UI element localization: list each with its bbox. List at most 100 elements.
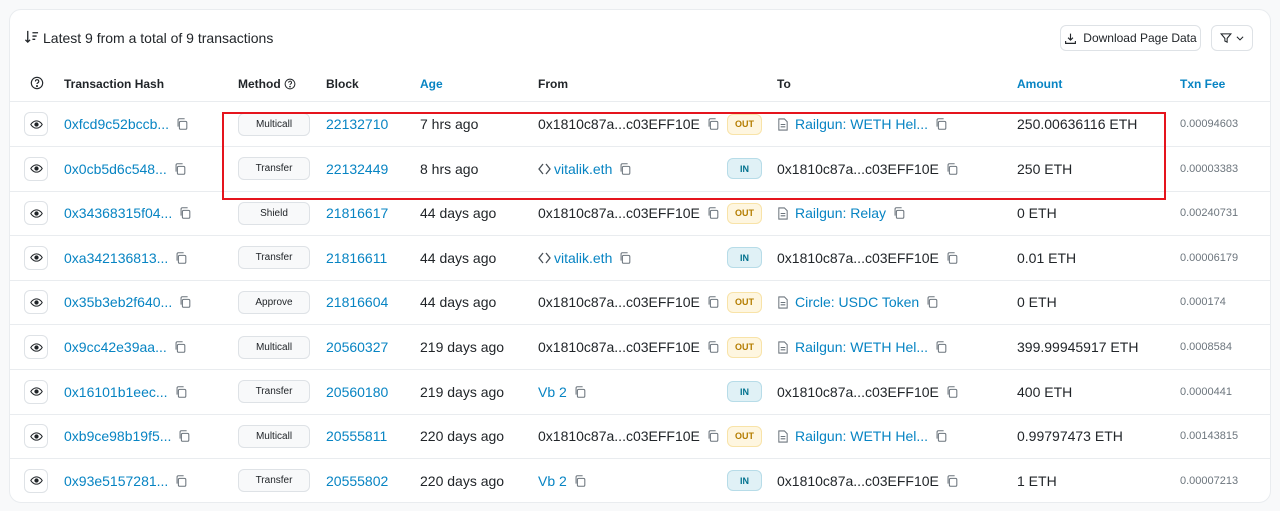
copy-icon[interactable] (706, 340, 720, 354)
column-header-fee[interactable]: Txn Fee (1180, 77, 1225, 91)
eye-icon[interactable] (24, 156, 48, 181)
copy-icon[interactable] (706, 429, 720, 443)
copy-icon[interactable] (892, 206, 906, 220)
to-address[interactable]: 0x1810c87a...c03EFF10E (777, 473, 939, 489)
transaction-hash-link[interactable]: 0xfcd9c52bccb... (64, 116, 169, 132)
copy-icon[interactable] (174, 474, 188, 488)
txn-fee-text: 0.0008584 (1180, 341, 1232, 353)
copy-icon[interactable] (618, 162, 632, 176)
column-header-block: Block (326, 77, 359, 91)
copy-icon[interactable] (178, 206, 192, 220)
amount-text: 400 ETH (1017, 383, 1073, 400)
copy-icon[interactable] (573, 474, 587, 488)
copy-icon[interactable] (945, 162, 959, 176)
copy-icon[interactable] (618, 251, 632, 265)
copy-icon[interactable] (934, 429, 948, 443)
block-link[interactable]: 21816611 (326, 250, 387, 266)
copy-icon[interactable] (175, 117, 189, 131)
copy-icon[interactable] (925, 295, 939, 309)
copy-icon[interactable] (178, 295, 192, 309)
from-address[interactable]: 0x1810c87a...c03EFF10E (538, 339, 700, 355)
transaction-hash-link[interactable]: 0x93e5157281... (64, 473, 168, 489)
txn-fee-text: 0.000174 (1180, 296, 1226, 309)
column-header-age[interactable]: Age (420, 77, 443, 91)
from-address[interactable]: 0x1810c87a...c03EFF10E (538, 294, 700, 310)
amount-text: 250 ETH (1017, 160, 1073, 177)
transaction-hash-link[interactable]: 0x16101b1eec... (64, 384, 168, 400)
method-info-icon[interactable] (284, 78, 296, 90)
block-link[interactable]: 20555802 (326, 473, 388, 489)
copy-icon[interactable] (706, 295, 720, 309)
transaction-hash-link[interactable]: 0x0cb5d6c548... (64, 161, 167, 177)
to-address[interactable]: Railgun: WETH Hel... (795, 428, 928, 444)
block-link[interactable]: 20555811 (326, 428, 387, 444)
age-text: 44 days ago (420, 294, 497, 311)
block-link[interactable]: 22132710 (326, 116, 388, 132)
column-header-from: From (538, 77, 568, 91)
age-text: 44 days ago (420, 249, 497, 266)
amount-text: 250.00636116 ETH (1017, 116, 1138, 132)
age-text: 7 hrs ago (420, 116, 479, 132)
question-icon[interactable] (30, 76, 44, 90)
sort-icon[interactable] (24, 29, 39, 47)
transaction-hash-link[interactable]: 0x34368315f04... (64, 205, 172, 221)
column-header-method: Method (238, 77, 296, 91)
from-address[interactable]: 0x1810c87a...c03EFF10E (538, 205, 700, 221)
filter-button[interactable] (1211, 25, 1253, 51)
from-address[interactable]: vitalik.eth (554, 161, 612, 177)
copy-icon[interactable] (706, 206, 720, 220)
transaction-hash-link[interactable]: 0xb9ce98b19f5... (64, 428, 171, 444)
to-address[interactable]: 0x1810c87a...c03EFF10E (777, 384, 939, 400)
copy-icon[interactable] (173, 340, 187, 354)
transaction-hash-link[interactable]: 0x35b3eb2f640... (64, 294, 172, 310)
eye-icon[interactable] (24, 201, 48, 226)
from-address[interactable]: vitalik.eth (554, 250, 612, 266)
to-address[interactable]: Railgun: WETH Hel... (795, 116, 928, 132)
eye-icon[interactable] (24, 245, 48, 270)
eye-icon[interactable] (24, 112, 48, 136)
method-badge: Transfer (238, 469, 310, 493)
download-page-data-button[interactable]: Download Page Data (1060, 25, 1201, 51)
to-address[interactable]: Circle: USDC Token (795, 294, 919, 310)
block-link[interactable]: 20560327 (326, 339, 388, 355)
from-address[interactable]: 0x1810c87a...c03EFF10E (538, 428, 700, 444)
ens-icon (538, 252, 551, 264)
copy-icon[interactable] (934, 340, 948, 354)
transaction-hash-link[interactable]: 0x9cc42e39aa... (64, 339, 167, 355)
eye-icon[interactable] (24, 424, 48, 449)
eye-icon[interactable] (24, 335, 48, 359)
table-toolbar: Latest 9 from a total of 9 transactions … (10, 10, 1270, 66)
to-address[interactable]: 0x1810c87a...c03EFF10E (777, 161, 939, 177)
to-address[interactable]: Railgun: Relay (795, 205, 886, 221)
from-address[interactable]: 0x1810c87a...c03EFF10E (538, 116, 700, 132)
block-link[interactable]: 21816604 (326, 294, 388, 310)
from-address[interactable]: Vb 2 (538, 473, 567, 489)
column-header-amount[interactable]: Amount (1017, 77, 1062, 91)
eye-icon[interactable] (24, 290, 48, 315)
copy-icon[interactable] (174, 251, 188, 265)
amount-text: 0.99797473 ETH (1017, 428, 1123, 445)
transaction-hash-link[interactable]: 0xa342136813... (64, 250, 168, 266)
eye-icon[interactable] (24, 379, 48, 404)
method-badge: Transfer (238, 157, 310, 181)
eye-icon[interactable] (24, 468, 48, 493)
age-text: 220 days ago (420, 472, 505, 489)
copy-icon[interactable] (945, 474, 959, 488)
to-address[interactable]: 0x1810c87a...c03EFF10E (777, 250, 939, 266)
to-address[interactable]: Railgun: WETH Hel... (795, 339, 928, 355)
copy-icon[interactable] (945, 385, 959, 399)
copy-icon[interactable] (177, 429, 191, 443)
copy-icon[interactable] (945, 251, 959, 265)
copy-icon[interactable] (934, 117, 948, 131)
copy-icon[interactable] (174, 385, 188, 399)
copy-icon[interactable] (173, 162, 187, 176)
block-link[interactable]: 20560180 (326, 384, 388, 400)
block-link[interactable]: 22132449 (326, 161, 388, 177)
copy-icon[interactable] (706, 117, 720, 131)
table-row: 0x34368315f04... Shield 21816617 44 days ag… (10, 191, 1270, 237)
copy-icon[interactable] (573, 385, 587, 399)
table-row: 0x0cb5d6c548... Transfer 22132449 8 hrs ago… (10, 147, 1270, 192)
block-link[interactable]: 21816617 (326, 205, 388, 221)
txn-fee-text: 0.0000441 (1180, 385, 1232, 398)
from-address[interactable]: Vb 2 (538, 384, 567, 400)
